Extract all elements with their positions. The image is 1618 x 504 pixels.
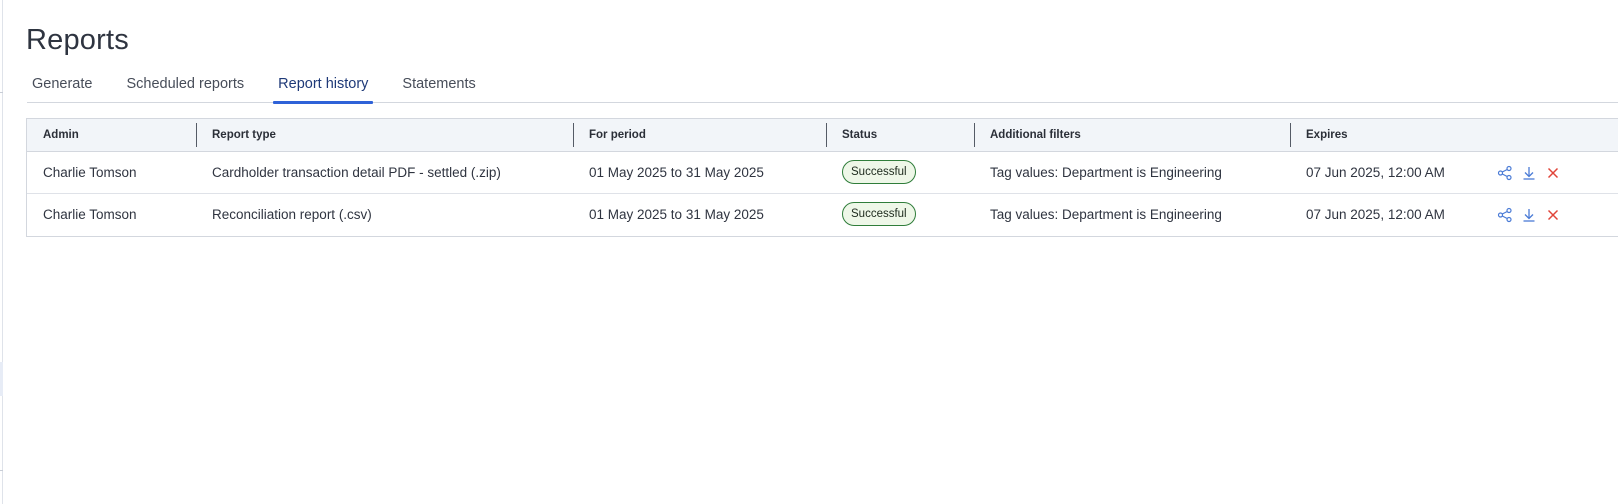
cell-admin: Charlie Tomson xyxy=(43,165,137,180)
cell-filters: Tag values: Department is Engineering xyxy=(990,207,1222,222)
column-header-report-type[interactable]: Report type xyxy=(196,119,276,152)
cell-expires: 07 Jun 2025, 12:00 AM xyxy=(1306,207,1445,222)
row-actions xyxy=(1497,194,1569,236)
cell-report-type: Cardholder transaction detail PDF - sett… xyxy=(212,165,501,180)
cell-period: 01 May 2025 to 31 May 2025 xyxy=(589,207,764,222)
table-header: Admin Report type For period Status Addi… xyxy=(27,119,1618,152)
delete-icon[interactable] xyxy=(1545,207,1561,223)
report-history-table: Admin Report type For period Status Addi… xyxy=(26,118,1618,237)
cell-status: Successful xyxy=(826,194,916,236)
tab-scheduled-reports[interactable]: Scheduled reports xyxy=(121,74,249,102)
cell-status: Successful xyxy=(826,152,916,194)
column-resize-handle[interactable] xyxy=(1290,123,1291,147)
tab-statements[interactable]: Statements xyxy=(397,74,480,102)
row-actions xyxy=(1497,152,1569,194)
cell-admin: Charlie Tomson xyxy=(43,207,137,222)
column-header-admin[interactable]: Admin xyxy=(27,119,79,152)
tab-bar: Generate Scheduled reports Report histor… xyxy=(27,74,1618,104)
column-header-expires[interactable]: Expires xyxy=(1290,119,1348,152)
cell-expires: 07 Jun 2025, 12:00 AM xyxy=(1306,165,1445,180)
column-resize-handle[interactable] xyxy=(974,123,975,147)
page-title: Reports xyxy=(26,24,129,56)
tab-report-history[interactable]: Report history xyxy=(273,74,374,104)
left-panel-edge xyxy=(0,0,3,504)
share-icon[interactable] xyxy=(1497,207,1513,223)
delete-icon[interactable] xyxy=(1545,165,1561,181)
table-row[interactable]: Charlie Tomson Reconciliation report (.c… xyxy=(27,194,1618,236)
column-resize-handle[interactable] xyxy=(826,123,827,147)
status-badge: Successful xyxy=(842,160,916,185)
cell-report-type: Reconciliation report (.csv) xyxy=(212,207,372,222)
column-resize-handle[interactable] xyxy=(573,123,574,147)
cell-filters: Tag values: Department is Engineering xyxy=(990,165,1222,180)
cell-period: 01 May 2025 to 31 May 2025 xyxy=(589,165,764,180)
download-icon[interactable] xyxy=(1521,207,1537,223)
table-row[interactable]: Charlie Tomson Cardholder transaction de… xyxy=(27,152,1618,194)
column-header-status[interactable]: Status xyxy=(826,119,877,152)
column-header-for-period[interactable]: For period xyxy=(573,119,646,152)
column-resize-handle[interactable] xyxy=(196,123,197,147)
tab-generate[interactable]: Generate xyxy=(27,74,97,102)
status-badge: Successful xyxy=(842,202,916,227)
column-header-additional-filters[interactable]: Additional filters xyxy=(974,119,1081,152)
download-icon[interactable] xyxy=(1521,165,1537,181)
share-icon[interactable] xyxy=(1497,165,1513,181)
